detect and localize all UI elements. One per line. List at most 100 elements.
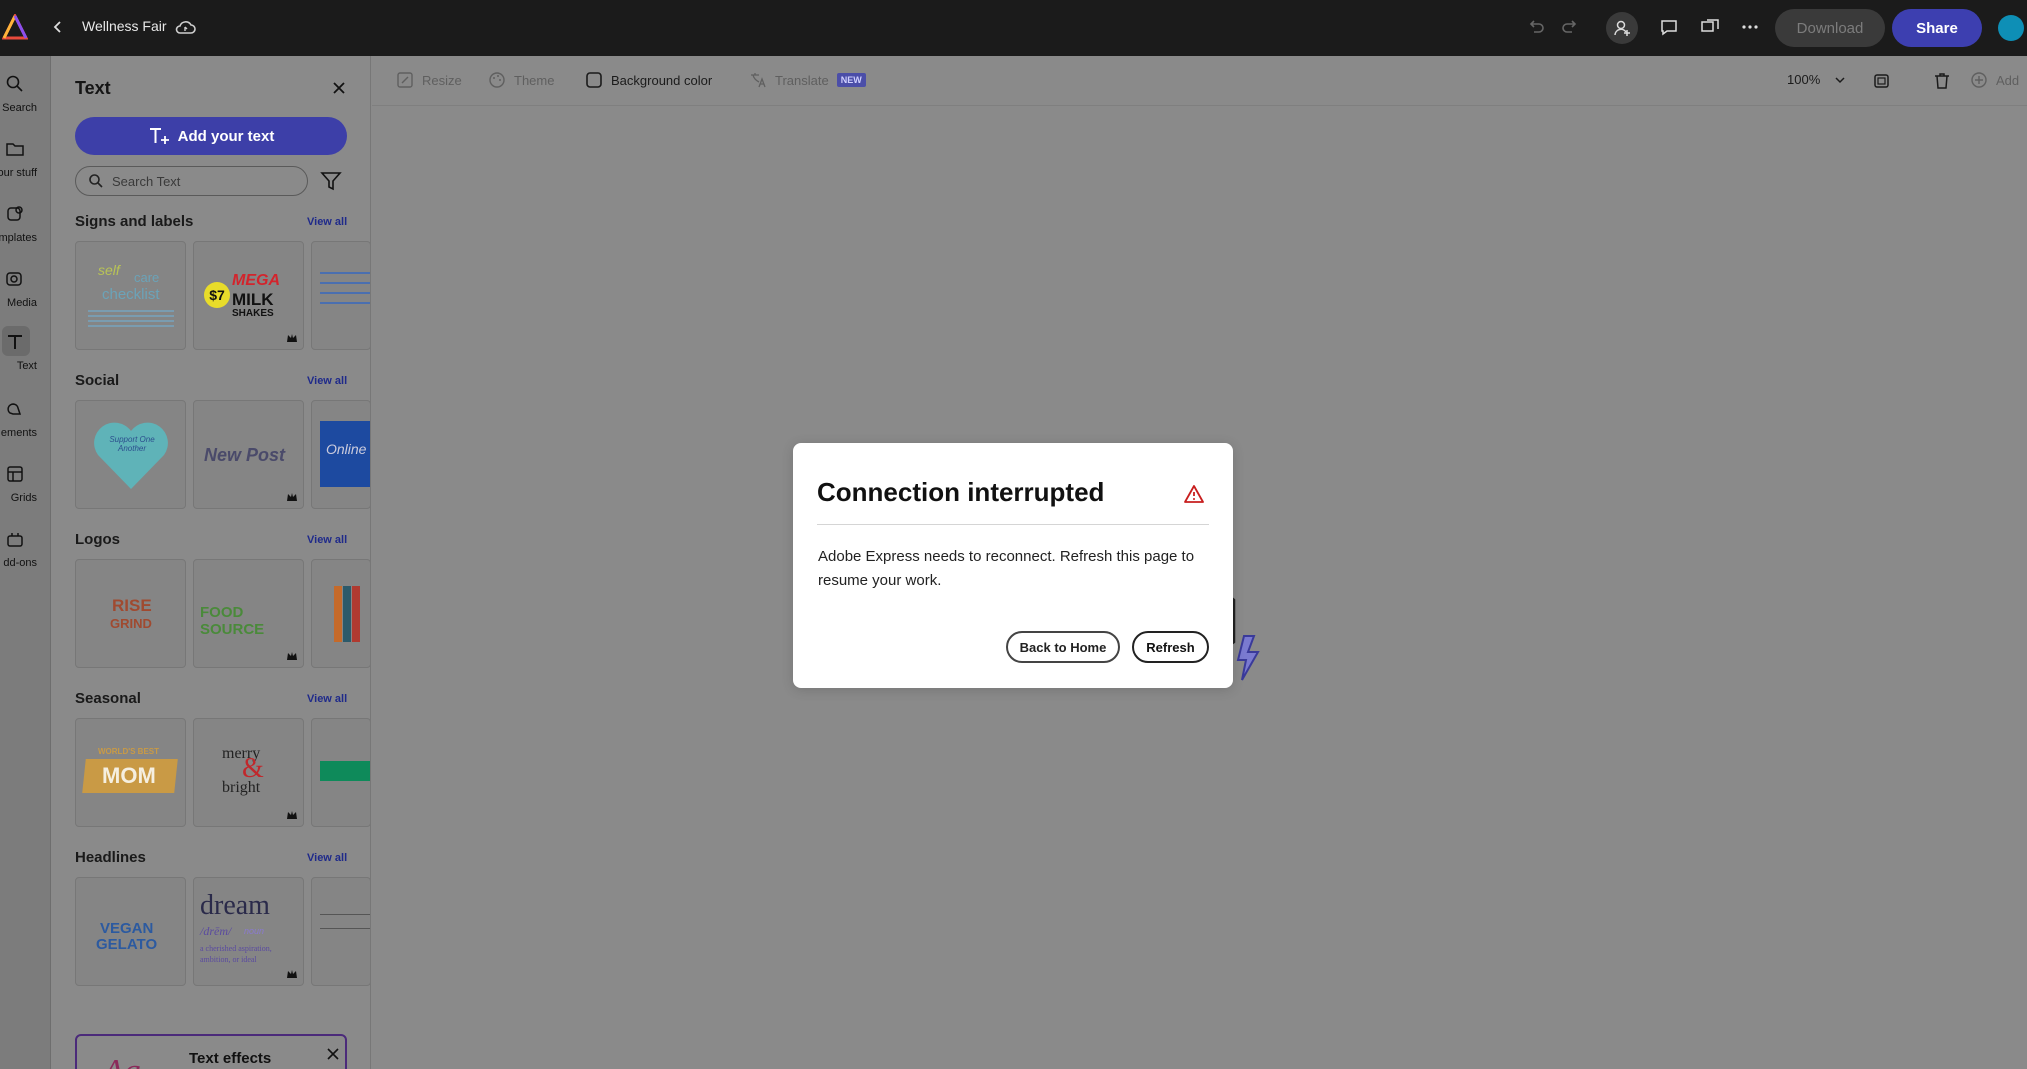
invite-user-button[interactable] bbox=[1606, 12, 1638, 44]
top-bar: Wellness Fair Download Share bbox=[0, 0, 2027, 56]
close-icon[interactable] bbox=[325, 1046, 341, 1062]
resize-icon bbox=[397, 72, 413, 88]
search-icon bbox=[6, 75, 23, 92]
templates-icon bbox=[7, 206, 23, 221]
premium-crown-icon bbox=[287, 652, 297, 660]
template-thumb-self-care[interactable]: self care checklist bbox=[75, 241, 186, 350]
rail-label: Text bbox=[16, 360, 37, 372]
thumb-text: GRIND bbox=[110, 616, 152, 631]
user-avatar[interactable] bbox=[1998, 15, 2024, 41]
template-thumb-green[interactable] bbox=[311, 718, 370, 827]
template-thumb-food-source[interactable]: FOOD SOURCE bbox=[193, 559, 304, 668]
download-button[interactable]: Download bbox=[1775, 9, 1885, 47]
add-user-icon bbox=[1614, 20, 1630, 36]
section-title: Seasonal bbox=[75, 690, 141, 707]
thumb-text: bright bbox=[222, 779, 261, 796]
template-thumb-merry[interactable]: merry & bright bbox=[193, 718, 304, 827]
template-thumb-new-post[interactable]: New Post bbox=[193, 400, 304, 509]
thumb-text: Online bbox=[326, 441, 367, 457]
template-thumb-mom[interactable]: WORLD'S BEST MOM bbox=[75, 718, 186, 827]
add-circle-icon bbox=[1971, 72, 1987, 88]
template-thumb-heart[interactable]: Support One Another bbox=[75, 400, 186, 509]
template-thumb-rise-grind[interactable]: RISE GRIND bbox=[75, 559, 186, 668]
search-text-field[interactable] bbox=[75, 166, 308, 196]
theme-palette-icon bbox=[489, 72, 505, 88]
thumb-lines bbox=[320, 914, 370, 915]
theme-button[interactable]: Theme bbox=[488, 71, 554, 89]
thumb-text: self bbox=[98, 262, 120, 278]
template-thumb-books[interactable] bbox=[311, 559, 370, 668]
thumb-text: MILK bbox=[232, 290, 274, 309]
folder-icon bbox=[6, 143, 24, 156]
text-effects-icon: Ag bbox=[103, 1053, 141, 1069]
rail-item-search[interactable]: Search bbox=[0, 66, 51, 126]
rail-item-elements[interactable]: ements bbox=[0, 391, 51, 451]
view-all-link[interactable]: View all bbox=[307, 534, 347, 546]
thumb-text: VEGAN bbox=[100, 920, 154, 937]
rail-item-addons[interactable]: dd-ons bbox=[0, 521, 51, 581]
rail-label: Search bbox=[2, 102, 37, 114]
redo-icon[interactable] bbox=[1557, 14, 1583, 40]
heart-shape bbox=[94, 422, 168, 489]
thumb-bg bbox=[320, 761, 370, 781]
search-input[interactable] bbox=[112, 173, 292, 189]
rail-item-your-stuff[interactable]: our stuff bbox=[0, 131, 51, 191]
back-to-home-button[interactable]: Back to Home bbox=[1006, 631, 1120, 663]
adobe-express-logo[interactable] bbox=[2, 14, 28, 40]
trash-icon[interactable] bbox=[1932, 71, 1952, 91]
comment-icon[interactable] bbox=[1656, 14, 1682, 40]
add-your-text-button[interactable]: Add your text bbox=[75, 117, 347, 155]
zoom-control[interactable]: 100% bbox=[1787, 72, 1846, 87]
view-all-link[interactable]: View all bbox=[307, 375, 347, 387]
thumb-text: Support One Another bbox=[109, 435, 155, 453]
rail-item-templates[interactable]: mplates bbox=[0, 196, 51, 256]
template-thumb-vegan[interactable]: VEGAN GELATO bbox=[75, 877, 186, 986]
back-chevron-icon[interactable] bbox=[50, 16, 66, 38]
svg-text:Ag: Ag bbox=[103, 1053, 141, 1069]
view-all-link[interactable]: View all bbox=[307, 693, 347, 705]
rail-item-media[interactable]: Media bbox=[0, 261, 51, 321]
add-label: Add bbox=[1996, 72, 2020, 88]
section-title: Social bbox=[75, 372, 120, 389]
thumb-text: a cherished aspiration, bbox=[200, 944, 272, 953]
template-thumb-partial[interactable] bbox=[311, 241, 370, 350]
translate-button[interactable]: Translate NEW bbox=[749, 71, 866, 89]
thumb-text: /drēm/ bbox=[200, 924, 232, 938]
template-thumb-mega-milk[interactable]: $7 MEGA MILK SHAKES bbox=[193, 241, 304, 350]
text-effects-title: Text effects bbox=[189, 1050, 272, 1067]
dialog-message: Adobe Express needs to reconnect. Refres… bbox=[818, 548, 1195, 589]
template-thumb-partial-headline[interactable] bbox=[311, 877, 370, 986]
resize-label: Resize bbox=[422, 72, 462, 88]
template-thumb-online[interactable]: Online bbox=[311, 400, 370, 509]
thumb-text: GELATO bbox=[96, 936, 158, 953]
rail-label: our stuff bbox=[0, 167, 37, 179]
theme-label: Theme bbox=[514, 72, 555, 88]
add-text-icon bbox=[149, 128, 169, 144]
cloud-sync-icon[interactable] bbox=[174, 15, 198, 39]
document-title[interactable]: Wellness Fair bbox=[82, 18, 167, 34]
warning-icon bbox=[1184, 485, 1204, 503]
view-all-link[interactable]: View all bbox=[307, 852, 347, 864]
undo-icon[interactable] bbox=[1523, 14, 1549, 40]
close-icon[interactable] bbox=[329, 78, 349, 98]
template-thumb-dream[interactable]: dream /drēm/ noun a cherished aspiration… bbox=[193, 877, 304, 986]
text-effects-card[interactable]: Ag Text effects bbox=[75, 1034, 347, 1069]
share-button[interactable]: Share bbox=[1892, 9, 1982, 47]
background-color-button[interactable]: Background color bbox=[585, 71, 712, 89]
text-panel: Text Add your text Signs and labels View… bbox=[51, 56, 371, 1069]
filter-icon[interactable] bbox=[319, 169, 343, 193]
premium-crown-icon bbox=[287, 970, 297, 978]
rail-item-text[interactable]: Text bbox=[0, 324, 51, 384]
resize-button[interactable]: Resize bbox=[396, 71, 462, 89]
more-options-icon[interactable] bbox=[1737, 14, 1763, 40]
pages-icon[interactable] bbox=[1872, 71, 1892, 91]
view-all-link[interactable]: View all bbox=[307, 216, 347, 228]
background-swatch-icon bbox=[586, 72, 602, 88]
premium-crown-icon bbox=[287, 811, 297, 819]
refresh-button[interactable]: Refresh bbox=[1132, 631, 1209, 663]
thumb-text: RISE bbox=[112, 596, 152, 615]
review-icon[interactable] bbox=[1697, 14, 1723, 40]
add-page-button[interactable]: Add bbox=[1970, 71, 2019, 89]
rail-label: Grids bbox=[10, 492, 37, 504]
rail-item-grids[interactable]: Grids bbox=[0, 456, 51, 516]
